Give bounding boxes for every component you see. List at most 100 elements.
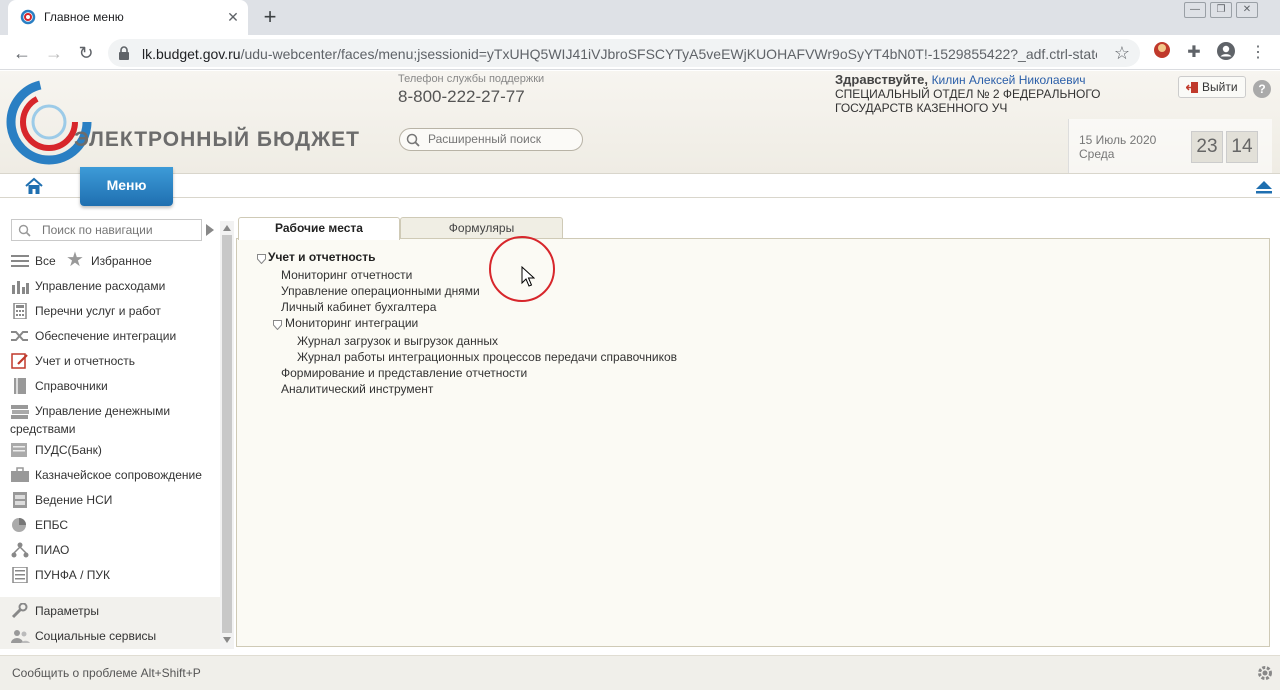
tree-item[interactable]: Личный кабинет бухгалтера xyxy=(281,300,436,314)
current-weekday: Среда xyxy=(1079,147,1115,161)
search-icon xyxy=(406,133,420,147)
book-icon xyxy=(14,378,26,394)
logo-title: ЭЛЕКТРОННЫЙ БЮДЖЕТ xyxy=(74,128,360,151)
current-date: 15 Июль 2020 xyxy=(1079,133,1157,147)
user-name-link[interactable]: Килин Алексей Николаевич xyxy=(932,73,1086,87)
tree-group[interactable]: Мониторинг интеграции xyxy=(285,316,418,330)
tree-item[interactable]: Мониторинг отчетности xyxy=(281,268,412,282)
reload-icon[interactable]: ↻ xyxy=(73,40,99,66)
sidebar-item-puds-bank[interactable]: ПУДС(Банк) xyxy=(10,440,210,460)
sidebar-footer: Параметры Социальные сервисы xyxy=(0,597,220,649)
help-icon[interactable]: ? xyxy=(1253,80,1271,98)
browser-tab[interactable]: Главное меню ✕ xyxy=(8,0,248,35)
sidebar-item-piao[interactable]: ПИАО xyxy=(10,540,210,560)
sidebar-item-directories[interactable]: Справочники xyxy=(10,376,210,396)
tree-item[interactable]: Журнал загрузок и выгрузок данных xyxy=(297,334,498,348)
scrollbar-thumb[interactable] xyxy=(222,235,232,633)
nav-search-input[interactable] xyxy=(42,223,197,237)
page-header: ЭЛЕКТРОННЫЙ БЮДЖЕТ Телефон службы поддер… xyxy=(0,71,1280,173)
clock-minutes: 14 xyxy=(1226,131,1258,163)
address-bar[interactable]: lk.budget.gov.ru/udu-webcenter/faces/men… xyxy=(108,39,1140,67)
greeting: Здравствуйте, Килин Алексей Николаевич xyxy=(835,72,1086,87)
lock-icon xyxy=(119,46,129,60)
browser-tab-bar: Главное меню ✕ + — ❐ ✕ xyxy=(0,0,1280,35)
logout-button[interactable]: Выйти xyxy=(1178,76,1246,98)
profile-icon[interactable] xyxy=(1214,41,1238,65)
calculator-icon xyxy=(13,303,27,319)
wrench-icon xyxy=(11,603,28,619)
sidebar-item-epbs[interactable]: ЕПБС xyxy=(10,515,210,535)
sidebar-item-punfa[interactable]: ПУНФА / ПУК xyxy=(10,565,210,585)
menu-button[interactable]: Меню xyxy=(80,167,173,206)
sidebar-item-treasury[interactable]: Казначейское сопровождение xyxy=(10,465,215,485)
cash-stack-icon xyxy=(11,405,29,419)
scroll-down-icon[interactable] xyxy=(223,637,231,643)
close-tab-icon[interactable]: ✕ xyxy=(224,8,242,26)
tree-item[interactable]: Управление операционными днями xyxy=(281,284,480,298)
shuffle-icon xyxy=(11,331,28,341)
report-problem-link[interactable]: Сообщить о проблеме Alt+Shift+P xyxy=(12,666,201,680)
expand-arrow-icon[interactable] xyxy=(206,224,214,236)
page-footer: Сообщить о проблеме Alt+Shift+P xyxy=(0,655,1280,690)
top-nav-bar: Меню xyxy=(0,167,1280,206)
cabinet-icon xyxy=(13,492,27,508)
mouse-cursor-icon xyxy=(521,266,535,287)
budget-favicon-icon xyxy=(20,9,36,25)
sidebar-item-integration[interactable]: Обеспечение интеграции xyxy=(10,326,210,346)
extensions-puzzle-icon[interactable]: ✚ xyxy=(1182,41,1206,65)
sidebar-item-favorites[interactable]: ★ Избранное xyxy=(66,249,166,271)
forward-icon[interactable]: → xyxy=(41,40,67,66)
back-icon[interactable]: ← xyxy=(9,40,35,66)
tab-forms[interactable]: Формуляры xyxy=(400,217,563,239)
tab-workplaces[interactable]: Рабочие места xyxy=(238,217,400,240)
list-icon xyxy=(11,255,29,267)
sidebar-item-services[interactable]: Перечни услуг и работ xyxy=(10,301,210,321)
pie-chart-icon xyxy=(12,518,26,532)
advanced-search-input[interactable] xyxy=(428,132,578,146)
sidebar-item-nsi[interactable]: Ведение НСИ xyxy=(10,490,210,510)
bookmark-star-icon[interactable]: ☆ xyxy=(1114,43,1130,64)
scroll-up-icon[interactable] xyxy=(223,225,231,231)
logout-icon xyxy=(1186,82,1198,93)
browser-menu-icon[interactable]: ⋮ xyxy=(1246,41,1270,65)
navigation-sidebar: Все ★ Избранное Управление расходами Пер… xyxy=(0,211,235,649)
url-text: lk.budget.gov.ru/udu-webcenter/faces/men… xyxy=(142,46,1097,62)
nav-search[interactable] xyxy=(11,219,202,241)
tree-root[interactable]: Учет и отчетность xyxy=(268,250,375,264)
date-time-widget: 15 Июль 2020 Среда 23 14 xyxy=(1068,119,1272,173)
clock-hours: 23 xyxy=(1191,131,1223,163)
hierarchy-icon xyxy=(11,542,29,558)
support-label: Телефон службы поддержки xyxy=(398,73,545,85)
extension-avatar-icon[interactable] xyxy=(1150,41,1174,65)
sidebar-item-cash-management[interactable]: Управление денежными средствами xyxy=(10,401,220,439)
sidebar-item-settings[interactable]: Параметры xyxy=(10,601,210,621)
edit-document-icon xyxy=(11,353,28,369)
bank-documents-icon xyxy=(11,443,27,457)
tree-item[interactable]: Журнал работы интеграционных процессов п… xyxy=(297,350,677,364)
tree-collapse-icon[interactable] xyxy=(257,254,266,264)
organization-name: СПЕЦИАЛЬНЫЙ ОТДЕЛ № 2 ФЕДЕРАЛЬНОГО ГОСУД… xyxy=(835,87,1101,115)
checklist-icon xyxy=(12,567,28,583)
star-icon: ★ xyxy=(66,249,84,271)
tree-item[interactable]: Формирование и представление отчетности xyxy=(281,366,527,380)
new-tab-icon[interactable]: + xyxy=(258,5,282,29)
advanced-search[interactable] xyxy=(399,128,583,151)
sidebar-scrollbar[interactable] xyxy=(220,221,234,649)
collapse-header-icon[interactable] xyxy=(1251,176,1277,196)
tree-collapse-icon[interactable] xyxy=(273,320,282,330)
sidebar-item-social[interactable]: Социальные сервисы xyxy=(10,626,210,646)
users-icon xyxy=(11,630,30,643)
sidebar-item-accounting[interactable]: Учет и отчетность xyxy=(10,351,210,371)
tree-item[interactable]: Аналитический инструмент xyxy=(281,382,433,396)
sidebar-item-expenses[interactable]: Управление расходами xyxy=(10,276,210,296)
home-icon[interactable] xyxy=(24,177,44,195)
tab-title: Главное меню xyxy=(44,10,124,24)
browser-toolbar: ← → ↻ lk.budget.gov.ru/udu-webcenter/fac… xyxy=(0,35,1280,70)
close-window-icon[interactable]: ✕ xyxy=(1236,2,1258,18)
workplaces-panel: Учет и отчетность Мониторинг отчетности … xyxy=(236,238,1270,647)
sidebar-item-all[interactable]: Все xyxy=(10,251,70,271)
briefcase-icon xyxy=(11,467,29,482)
restore-window-icon[interactable]: ❐ xyxy=(1210,2,1232,18)
minimize-window-icon[interactable]: — xyxy=(1184,2,1206,18)
gear-icon[interactable] xyxy=(1256,664,1274,682)
